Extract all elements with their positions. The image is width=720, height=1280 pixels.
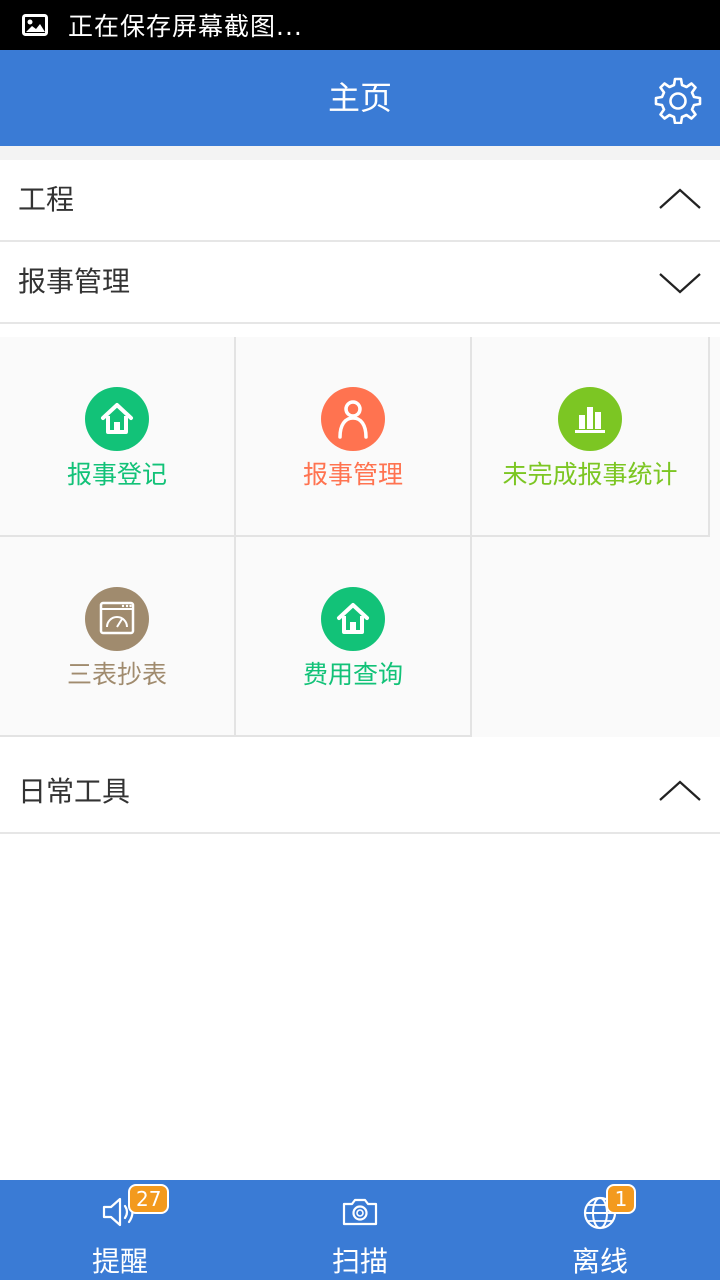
grid-item-label: 费用查询 — [302, 660, 403, 689]
section-label: 工程 — [18, 183, 75, 216]
page-title: 主页 — [327, 79, 392, 117]
grid-item-incident-management[interactable]: 报事管理 — [236, 337, 472, 537]
status-text: 正在保存屏幕截图... — [68, 12, 303, 41]
notification-badge: 27 — [128, 1184, 170, 1214]
status-bar: 正在保存屏幕截图... — [0, 0, 720, 50]
section-engineering[interactable]: 工程 — [0, 160, 720, 242]
grid-item-fee-query[interactable]: 费用查询 — [236, 537, 472, 737]
incident-grid: 报事登记 报事管理 未完成报事统计 三表抄表 费用查询 — [0, 337, 720, 737]
section-label: 日常工具 — [18, 775, 131, 808]
tab-reminders[interactable]: 27 提醒 — [0, 1180, 240, 1280]
tab-label: 离线 — [571, 1245, 628, 1278]
grid-item-label: 三表抄表 — [66, 660, 167, 689]
chevron-up-icon — [659, 780, 701, 801]
notification-badge: 1 — [606, 1184, 636, 1214]
grid-item-label: 报事登记 — [66, 460, 167, 489]
grid-item-unfinished-stats[interactable]: 未完成报事统计 — [472, 337, 710, 537]
section-label: 报事管理 — [18, 265, 131, 298]
home-icon — [85, 387, 149, 451]
person-icon — [321, 387, 385, 451]
bottom-tab-bar: 27 提醒 扫描 1 离线 — [0, 1180, 720, 1280]
grid-item-label: 报事管理 — [302, 460, 403, 489]
app-header: 主页 — [0, 50, 720, 146]
tab-scan[interactable]: 扫描 — [240, 1180, 480, 1280]
home-icon — [321, 587, 385, 651]
chevron-down-icon — [659, 273, 701, 294]
meter-icon — [85, 587, 149, 651]
gear-icon[interactable] — [654, 76, 702, 124]
grid-item-meter-reading[interactable]: 三表抄表 — [0, 537, 236, 737]
camera-icon — [342, 1198, 378, 1226]
tab-offline[interactable]: 1 离线 — [480, 1180, 720, 1280]
header-gap — [0, 146, 720, 160]
screen: 正在保存屏幕截图... 主页 工程 报事管理 报事登记 报事管理 未完成报事统计… — [0, 0, 720, 1280]
section-incident-management[interactable]: 报事管理 — [0, 242, 720, 324]
bar-chart-icon — [558, 387, 622, 451]
grid-item-incident-register[interactable]: 报事登记 — [0, 337, 236, 537]
image-notification-icon — [22, 14, 48, 36]
tab-label: 扫描 — [331, 1245, 388, 1278]
tab-label: 提醒 — [91, 1245, 148, 1278]
chevron-up-icon — [659, 188, 701, 209]
grid-item-label: 未完成报事统计 — [502, 460, 678, 489]
section-daily-tools[interactable]: 日常工具 — [0, 752, 720, 834]
